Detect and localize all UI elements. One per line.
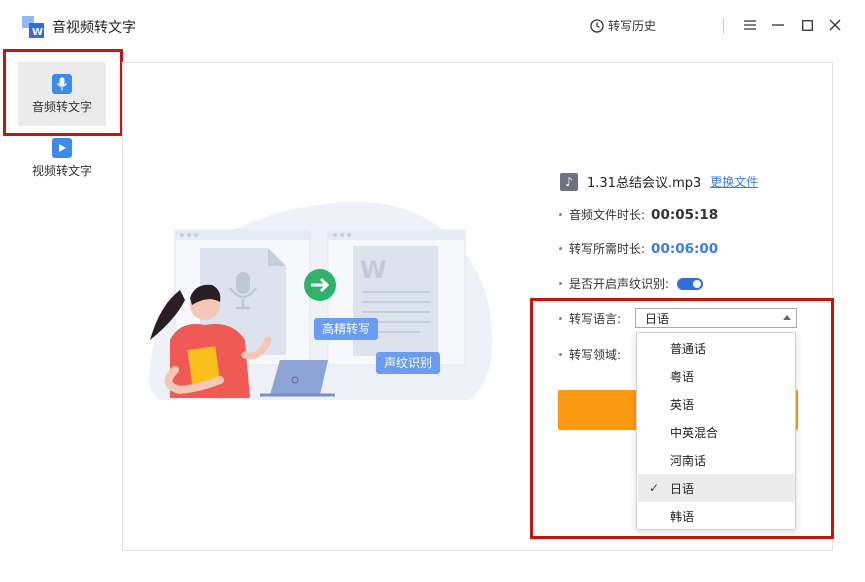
bullet-dot	[559, 353, 562, 356]
microphone-icon	[52, 74, 72, 94]
needed-time-value: 00:06:00	[651, 240, 719, 257]
option-label: 粤语	[670, 369, 695, 384]
domain-row: 转写领域:	[559, 346, 621, 363]
sidebar-item-label: 音频转文字	[31, 100, 92, 114]
needed-time-label: 转写所需时长:	[569, 242, 646, 256]
menu-icon	[744, 20, 756, 30]
language-option-mandarin[interactable]: 普通话	[638, 334, 795, 362]
voiceprint-label: 是否开启声纹识别:	[569, 277, 670, 291]
bullet-dot	[559, 317, 562, 320]
video-camera-icon	[52, 138, 72, 158]
bullet-dot	[559, 282, 562, 285]
duration-label: 音频文件时长:	[569, 208, 646, 222]
voiceprint-row: 是否开启声纹识别:	[559, 275, 704, 292]
duration-row: 音频文件时长: 00:05:18	[559, 206, 718, 223]
change-file-link[interactable]: 更换文件	[710, 173, 758, 190]
needed-time-row: 转写所需时长: 00:06:00	[559, 240, 718, 257]
domain-label: 转写领域:	[569, 348, 622, 362]
music-note-icon: ♪	[560, 172, 578, 191]
close-icon	[829, 19, 841, 31]
hd-transcription-bubble: 高精转写	[314, 318, 379, 340]
language-row: 转写语言:	[559, 310, 621, 327]
sidebar-item-video-to-text[interactable]: 视频转文字	[18, 126, 106, 190]
language-option-cantonese[interactable]: 粤语	[638, 362, 795, 390]
voiceprint-bubble: 声纹识别	[376, 352, 441, 374]
file-row: ♪ 1.31总结会议.mp3 更换文件	[560, 172, 758, 191]
language-selected-value: 日语	[645, 311, 670, 326]
language-option-chinese-english-mixed[interactable]: 中英混合	[638, 418, 795, 446]
option-label: 韩语	[670, 509, 695, 524]
title-bar: W 音视频转文字 转写历史	[0, 0, 865, 52]
svg-text:W: W	[32, 27, 43, 38]
transcription-illustration: W	[148, 201, 493, 400]
language-option-english[interactable]: 英语	[638, 390, 795, 418]
maximize-icon	[801, 19, 813, 31]
option-label: 普通话	[670, 341, 707, 356]
minimize-button[interactable]	[767, 14, 789, 36]
checkmark-icon: ✓	[649, 481, 660, 495]
sidebar-item-audio-to-text[interactable]: 音频转文字	[18, 62, 106, 126]
minimize-icon	[772, 24, 784, 26]
app-logo-icon: W	[22, 16, 44, 38]
sidebar: 音频转文字 视频转文字	[0, 52, 122, 582]
chevron-up-icon	[783, 315, 791, 320]
option-label: 河南话	[670, 453, 707, 468]
option-label: 日语	[670, 481, 695, 496]
language-label: 转写语言:	[569, 312, 622, 326]
history-button[interactable]: 转写历史	[590, 17, 656, 34]
menu-button[interactable]	[739, 14, 761, 36]
voiceprint-toggle[interactable]	[677, 277, 704, 290]
bullet-dot	[559, 213, 562, 216]
language-select[interactable]: 日语	[635, 308, 797, 328]
close-button[interactable]	[824, 14, 846, 36]
language-dropdown: 普通话 粤语 英语 中英混合 河南话 ✓ 日语 韩语	[636, 332, 796, 530]
language-option-japanese[interactable]: ✓ 日语	[638, 474, 795, 502]
duration-value: 00:05:18	[651, 206, 719, 223]
app-title: 音视频转文字	[52, 20, 136, 36]
language-option-henan-dialect[interactable]: 河南话	[638, 446, 795, 474]
title-separator	[723, 18, 724, 34]
maximize-button[interactable]	[796, 14, 818, 36]
option-label: 中英混合	[670, 425, 719, 440]
history-label: 转写历史	[608, 19, 657, 33]
clock-icon	[590, 18, 604, 33]
option-label: 英语	[670, 397, 695, 412]
sidebar-item-label: 视频转文字	[31, 164, 92, 178]
svg-text:W: W	[360, 256, 386, 284]
language-option-korean[interactable]: 韩语	[638, 502, 795, 530]
file-name: 1.31总结会议.mp3	[587, 176, 702, 191]
bullet-dot	[559, 247, 562, 250]
